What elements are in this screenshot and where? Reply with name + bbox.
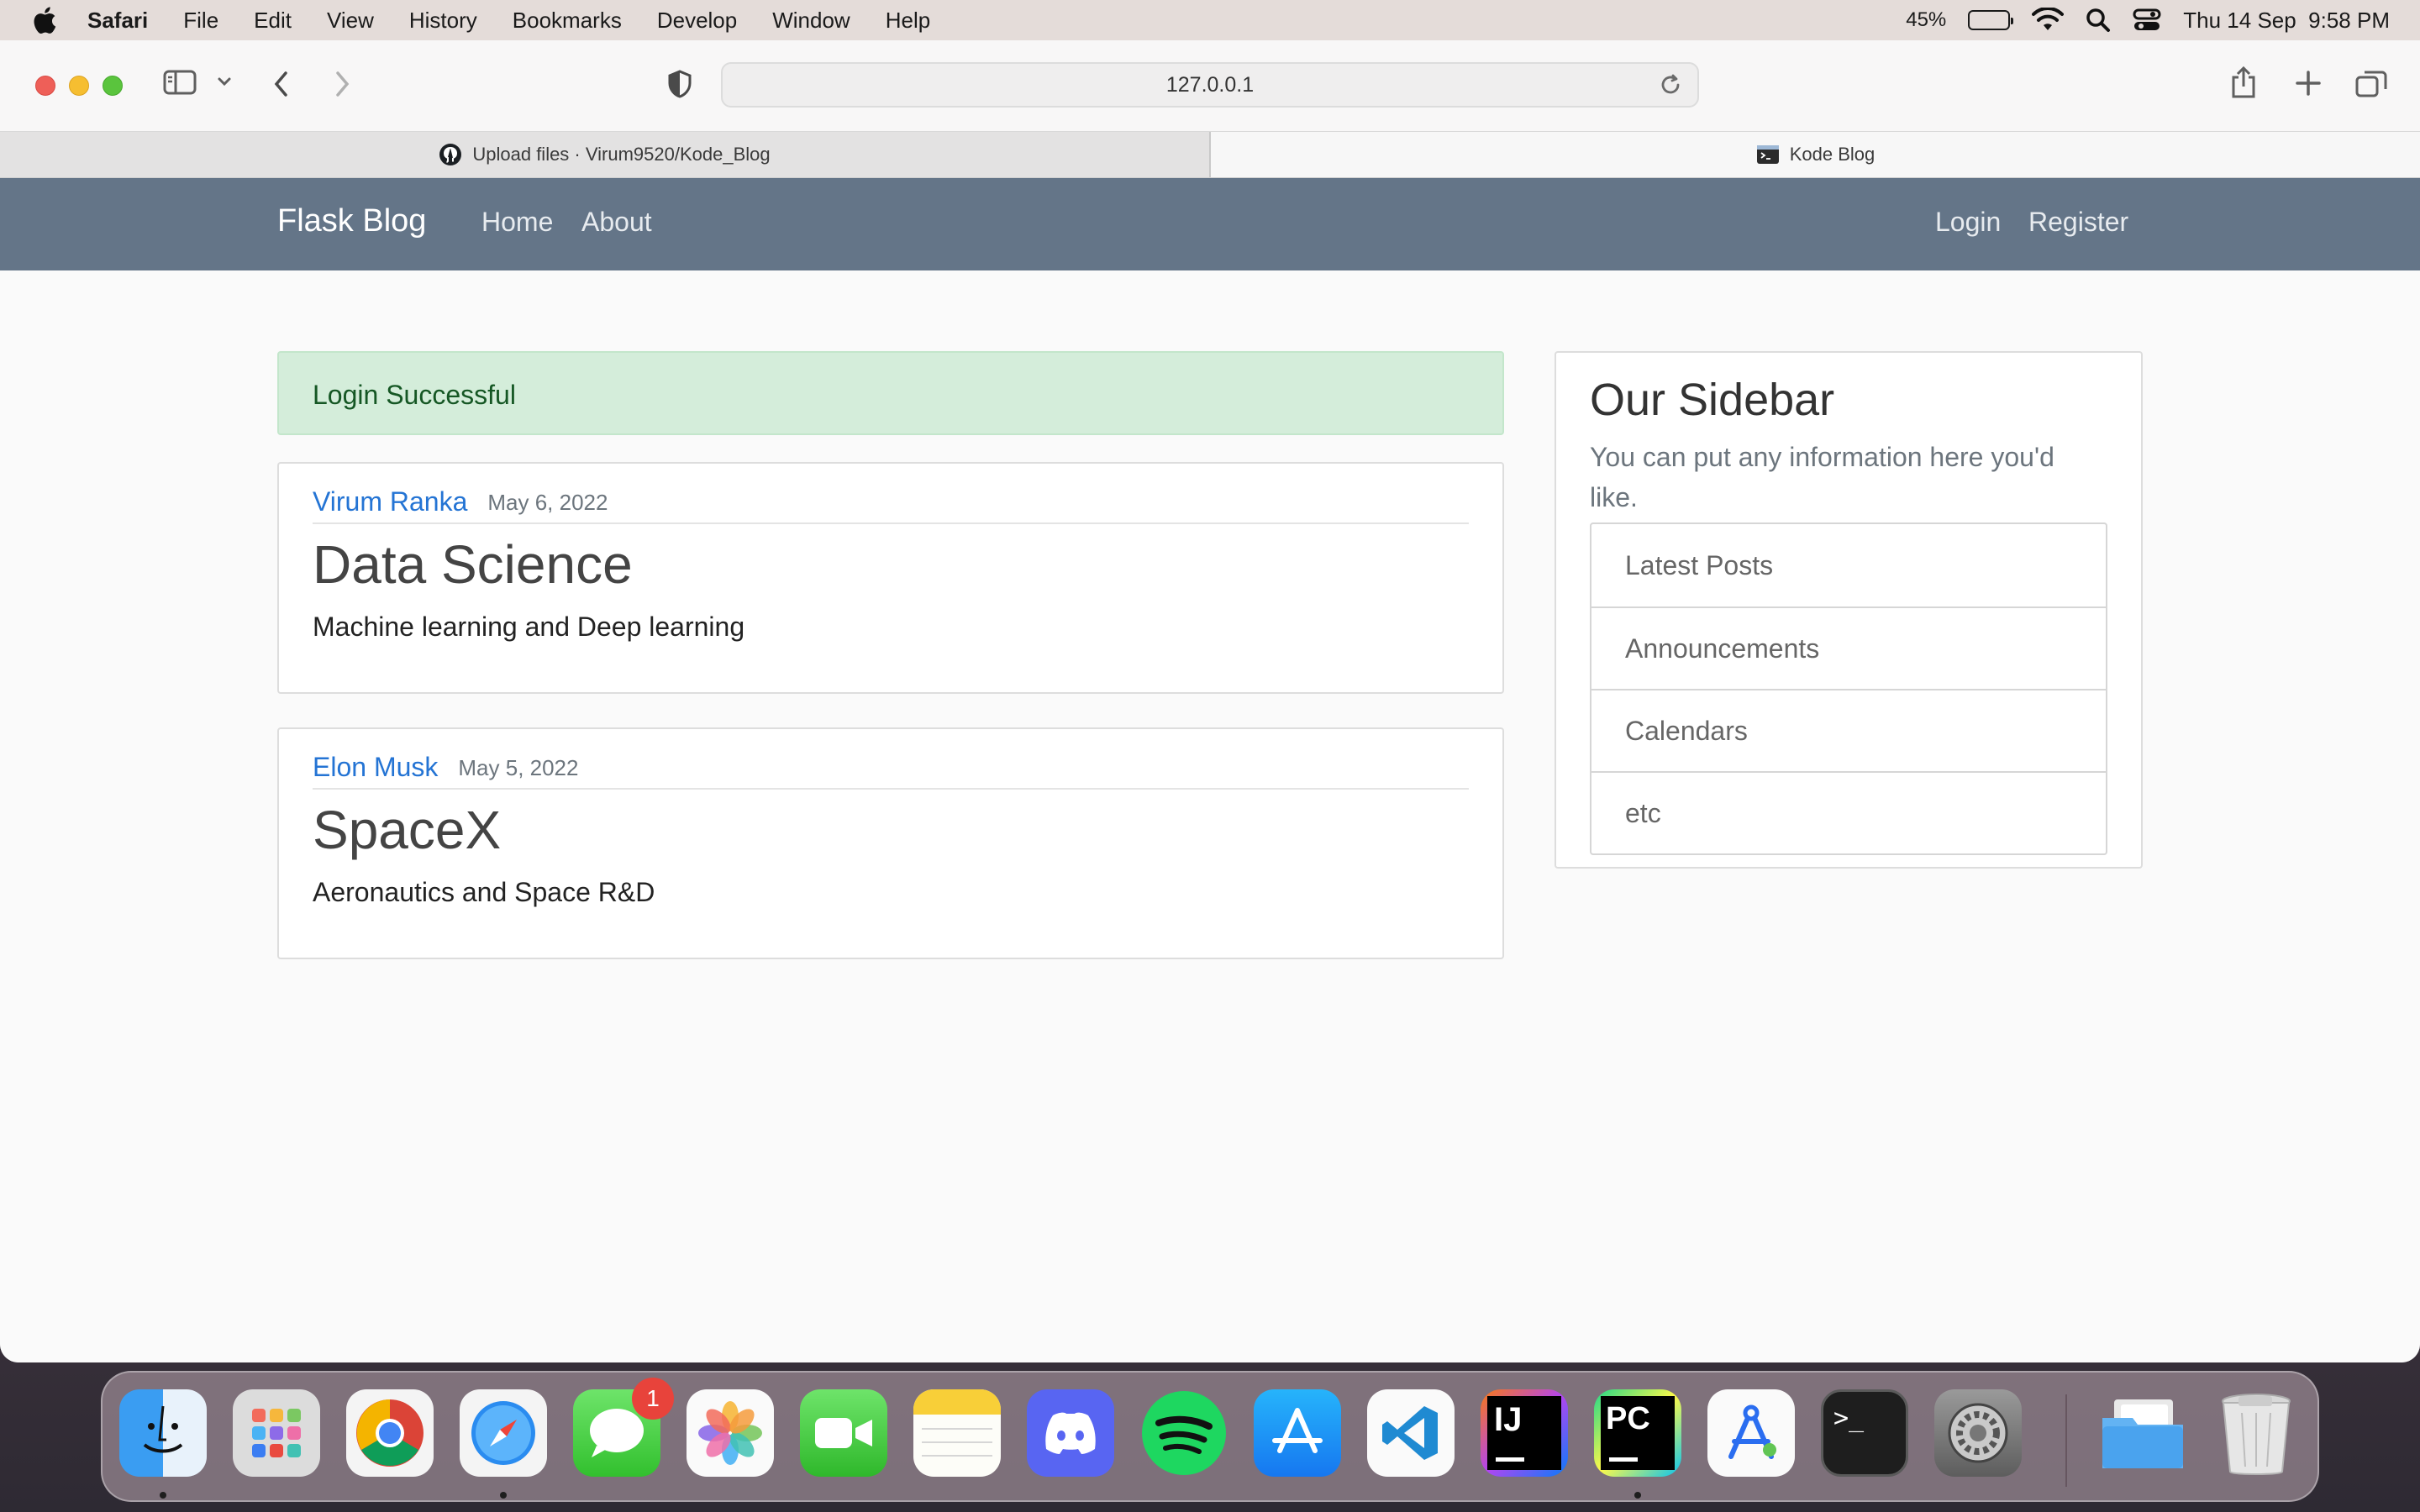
menu-bookmarks[interactable]: Bookmarks	[513, 8, 622, 34]
post-content: Aeronautics and Space R&D	[313, 877, 655, 907]
app-store-icon[interactable]	[1254, 1389, 1341, 1477]
sidebar-item-etc[interactable]: etc	[1591, 771, 2106, 853]
menu-app-name[interactable]: Safari	[87, 8, 148, 34]
safari-icon[interactable]	[460, 1389, 547, 1477]
chevron-down-icon[interactable]	[217, 76, 232, 87]
facetime-icon[interactable]	[800, 1389, 887, 1477]
tab-overview-icon[interactable]	[2354, 69, 2388, 99]
launchpad-icon[interactable]	[233, 1389, 320, 1477]
running-indicator	[500, 1492, 507, 1499]
post-meta: Virum Ranka May 6, 2022	[313, 464, 1469, 524]
dock: 1 IJ PC >_	[101, 1371, 2319, 1502]
web-page: Flask Blog Home About Login Register Log…	[0, 178, 2420, 1362]
discord-icon[interactable]	[1027, 1389, 1114, 1477]
notification-badge: 1	[632, 1378, 674, 1420]
nav-home-link[interactable]: Home	[481, 207, 553, 238]
running-indicator	[160, 1492, 166, 1499]
window-controls	[35, 76, 136, 96]
terminal-icon	[1756, 145, 1779, 164]
downloads-folder-icon[interactable]	[2099, 1389, 2186, 1477]
finder-icon[interactable]	[119, 1389, 207, 1477]
vscode-icon[interactable]	[1367, 1389, 1455, 1477]
battery-percent: 45%	[1906, 8, 1947, 31]
url-text[interactable]: 127.0.0.1	[1166, 73, 1254, 97]
tab-title: Upload files · Virum9520/Kode_Blog	[472, 144, 771, 165]
wifi-icon[interactable]	[2032, 8, 2065, 33]
reload-icon[interactable]	[1659, 73, 1682, 97]
post-date: May 5, 2022	[458, 755, 579, 780]
sidebar-text: You can put any information here you'd l…	[1590, 442, 2054, 512]
nav-about-link[interactable]: About	[581, 207, 652, 238]
messages-icon[interactable]: 1	[573, 1378, 674, 1477]
forward-icon[interactable]	[331, 69, 353, 99]
post-meta: Elon Musk May 5, 2022	[313, 729, 1469, 790]
tab-kode-blog[interactable]: Kode Blog	[1211, 132, 2420, 177]
running-indicator	[1634, 1492, 1641, 1499]
site-brand[interactable]: Flask Blog	[277, 203, 426, 239]
post-author-link[interactable]: Elon Musk	[313, 752, 438, 783]
spotlight-search-icon[interactable]	[2086, 8, 2111, 33]
system-settings-icon[interactable]	[1934, 1389, 2022, 1477]
back-icon[interactable]	[271, 69, 292, 99]
trash-icon[interactable]	[2212, 1389, 2300, 1477]
tab-github[interactable]: Upload files · Virum9520/Kode_Blog	[0, 132, 1211, 177]
sidebar-item-latest-posts[interactable]: Latest Posts	[1591, 524, 2106, 606]
tab-bar: Upload files · Virum9520/Kode_Blog Kode …	[0, 131, 2420, 178]
sidebar-item-calendars[interactable]: Calendars	[1591, 689, 2106, 771]
menu-window[interactable]: Window	[772, 8, 850, 34]
sidebar-title: Our Sidebar	[1590, 375, 1835, 425]
control-center-icon[interactable]	[2133, 8, 2161, 33]
notes-icon[interactable]	[913, 1389, 1001, 1477]
post-date: May 6, 2022	[487, 490, 608, 515]
alert-message: Login Successful	[313, 380, 516, 410]
close-window-button[interactable]	[35, 76, 55, 96]
menu-develop[interactable]: Develop	[657, 8, 737, 34]
post-title-link[interactable]: SpaceX	[313, 798, 1469, 862]
dock-separator	[2065, 1394, 2067, 1487]
menu-history[interactable]: History	[409, 8, 477, 34]
battery-icon[interactable]	[1968, 10, 2014, 30]
menubar-clock[interactable]: Thu 14 Sep 9:58 PM	[2183, 8, 2390, 34]
menu-bar: Safari File Edit View History Bookmarks …	[0, 0, 2420, 40]
sidebar-toggle-icon[interactable]	[163, 69, 197, 96]
terminal-icon[interactable]: >_	[1821, 1389, 1908, 1477]
minimize-window-button[interactable]	[69, 76, 89, 96]
post-card: Elon Musk May 5, 2022 SpaceX Aeronautics…	[277, 727, 1504, 959]
sidebar-list: Latest Posts Announcements Calendars etc	[1590, 522, 2107, 855]
menu-file[interactable]: File	[183, 8, 218, 34]
sidebar-item-announcements[interactable]: Announcements	[1591, 606, 2106, 689]
status-area: 45% Thu 14 Sep 9:58 PM	[1884, 0, 2390, 40]
tab-title: Kode Blog	[1789, 144, 1876, 165]
post-content: Machine learning and Deep learning	[313, 612, 745, 642]
zoom-window-button[interactable]	[103, 76, 123, 96]
menu-view[interactable]: View	[327, 8, 374, 34]
post-card: Virum Ranka May 6, 2022 Data Science Mac…	[277, 462, 1504, 694]
privacy-shield-icon[interactable]	[667, 69, 692, 99]
sidebar-card: Our Sidebar You can put any information …	[1555, 351, 2143, 869]
instruments-icon[interactable]	[1707, 1389, 1795, 1477]
nav-login-link[interactable]: Login	[1935, 207, 2001, 238]
spotify-icon[interactable]	[1140, 1389, 1228, 1477]
pycharm-icon[interactable]: PC	[1594, 1389, 1681, 1477]
site-navbar: Flask Blog Home About Login Register	[0, 178, 2420, 270]
post-title-link[interactable]: Data Science	[313, 533, 1469, 596]
intellij-icon[interactable]: IJ	[1481, 1389, 1568, 1477]
address-bar[interactable]: 127.0.0.1	[721, 62, 1699, 108]
github-icon	[439, 144, 462, 165]
photos-icon[interactable]	[687, 1389, 774, 1477]
menu-help[interactable]: Help	[886, 8, 930, 34]
apple-logo-icon[interactable]	[32, 6, 57, 34]
share-icon[interactable]	[2230, 66, 2257, 99]
post-author-link[interactable]: Virum Ranka	[313, 486, 467, 517]
menu-edit[interactable]: Edit	[254, 8, 292, 34]
new-tab-icon[interactable]	[2294, 69, 2323, 97]
nav-register-link[interactable]: Register	[2028, 207, 2128, 238]
flash-alert: Login Successful	[277, 351, 1504, 435]
safari-window: 127.0.0.1 Upload files · Virum9520/Kode_…	[0, 40, 2420, 1362]
browser-toolbar: 127.0.0.1	[0, 40, 2420, 131]
chrome-icon[interactable]	[346, 1389, 434, 1477]
